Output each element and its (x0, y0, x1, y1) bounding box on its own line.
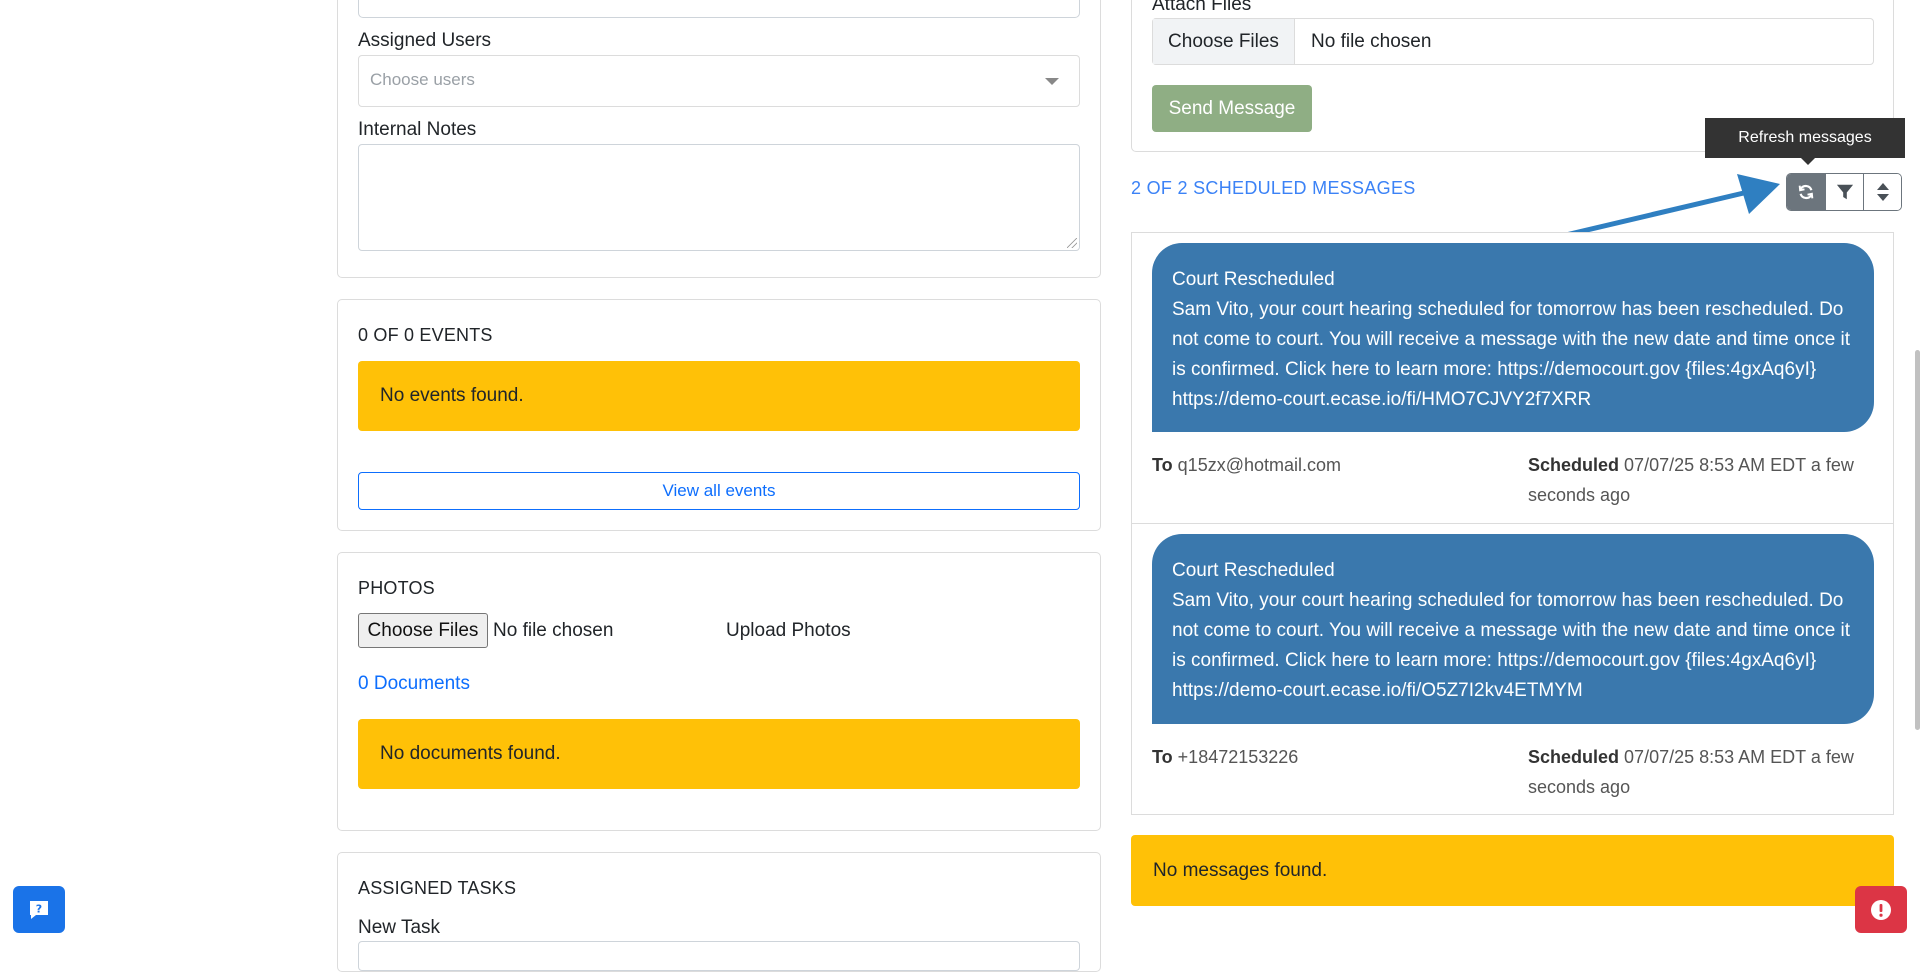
new-task-input[interactable] (358, 941, 1080, 971)
messages-toolbar (1786, 173, 1902, 211)
scheduled-label: Scheduled (1528, 747, 1620, 767)
message-recipient: To +18472153226 (1152, 742, 1298, 772)
assigned-users-label: Assigned Users (358, 30, 492, 51)
photos-title: PHOTOS (358, 578, 435, 598)
scheduled-messages-header[interactable]: 2 OF 2 SCHEDULED MESSAGES (1131, 178, 1416, 199)
photos-no-file-text: No file chosen (493, 620, 614, 641)
documents-empty-alert: No documents found. (358, 719, 1080, 789)
sort-button[interactable] (1863, 174, 1901, 210)
alert-icon (1871, 899, 1891, 920)
message-body: Sam Vito, your court hearing scheduled f… (1172, 299, 1851, 410)
message-bubble: Court Rescheduled Sam Vito, your court h… (1152, 534, 1874, 724)
message-body: Sam Vito, your court hearing scheduled f… (1172, 590, 1851, 701)
message-scheduled: Scheduled 07/07/25 8:53 AM EDT a few sec… (1528, 742, 1878, 802)
send-message-button[interactable]: Send Message (1152, 85, 1312, 132)
view-all-events-button[interactable]: View all events (358, 472, 1080, 510)
message-recipient: To q15zx@hotmail.com (1152, 450, 1341, 480)
svg-text:?: ? (36, 902, 42, 915)
events-title: 0 OF 0 EVENTS (358, 325, 493, 345)
to-label: To (1152, 747, 1173, 767)
error-alert-button[interactable] (1855, 886, 1907, 933)
upload-photos-button[interactable]: Upload Photos (726, 620, 851, 642)
filter-button[interactable] (1825, 174, 1863, 210)
help-chat-button[interactable]: ? (13, 886, 65, 933)
refresh-button[interactable] (1787, 174, 1825, 210)
to-label: To (1152, 455, 1173, 475)
attach-choose-files-button[interactable]: Choose Files (1153, 19, 1295, 64)
new-task-label: New Task (358, 917, 441, 938)
documents-link[interactable]: 0 Documents (358, 673, 470, 695)
message-scheduled: Scheduled 07/07/25 8:53 AM EDT a few sec… (1528, 450, 1878, 510)
message-bubble: Court Rescheduled Sam Vito, your court h… (1152, 243, 1874, 432)
chevron-down-icon (1045, 78, 1059, 85)
assigned-users-placeholder: Choose users (370, 70, 475, 89)
assigned-users-select[interactable]: Choose users (358, 55, 1080, 107)
assigned-tasks-title: ASSIGNED TASKS (358, 878, 517, 898)
attach-files-label: Attach Files (1152, 0, 1252, 15)
attach-no-file-text: No file chosen (1311, 30, 1432, 52)
events-empty-alert: No events found. (358, 361, 1080, 431)
message-title: Court Rescheduled (1172, 560, 1335, 581)
refresh-icon (1798, 184, 1814, 200)
filter-icon (1836, 184, 1853, 200)
attach-files-input[interactable]: Choose Files No file chosen (1152, 18, 1874, 65)
no-messages-alert: No messages found. (1131, 835, 1894, 906)
top-input-field[interactable] (358, 0, 1080, 18)
refresh-tooltip: Refresh messages (1705, 118, 1905, 165)
message-card: Court Rescheduled Sam Vito, your court h… (1131, 232, 1894, 524)
photos-choose-files-button[interactable]: Choose Files (358, 613, 488, 648)
recipient-value: q15zx@hotmail.com (1177, 455, 1342, 475)
message-card: Court Rescheduled Sam Vito, your court h… (1131, 523, 1894, 815)
internal-notes-textarea[interactable] (358, 144, 1080, 251)
scheduled-label: Scheduled (1528, 455, 1620, 475)
internal-notes-label: Internal Notes (358, 119, 477, 140)
help-chat-icon: ? (30, 900, 48, 919)
sort-icon (1876, 183, 1889, 201)
message-title: Court Rescheduled (1172, 269, 1335, 290)
page-scrollbar[interactable] (1915, 350, 1920, 730)
resize-grip-icon[interactable] (1067, 238, 1077, 248)
recipient-value: +18472153226 (1177, 747, 1299, 767)
